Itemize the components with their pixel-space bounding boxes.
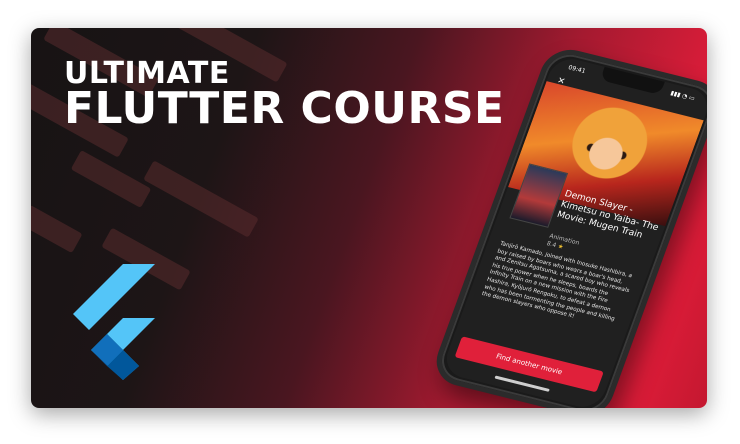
phone-mockup: 09:41 ▮▮▮ ◔ ▭ ✕ Demon Slayer -Kimetsu no… (428, 43, 707, 408)
course-banner: Ultimate Flutter Course 09:41 ▮▮▮ ◔ ▭ ✕ … (31, 28, 707, 408)
phone-screen: 09:41 ▮▮▮ ◔ ▭ ✕ Demon Slayer -Kimetsu no… (440, 54, 707, 408)
status-time: 09:41 (567, 63, 587, 75)
rating-value: 8.4 (545, 240, 558, 250)
movie-synopsis: Tanjirō Kamado, joined with Inosuke Hash… (480, 240, 633, 323)
title-line-2: Flutter Course (64, 83, 505, 134)
stripe (31, 204, 83, 254)
status-icons: ▮▮▮ ◔ ▭ (669, 89, 696, 102)
stripe (70, 149, 152, 209)
stripe (143, 160, 259, 238)
star-icon: ★ (556, 242, 565, 251)
flutter-logo-icon (73, 264, 155, 380)
phone-frame: 09:41 ▮▮▮ ◔ ▭ ✕ Demon Slayer -Kimetsu no… (428, 43, 707, 408)
